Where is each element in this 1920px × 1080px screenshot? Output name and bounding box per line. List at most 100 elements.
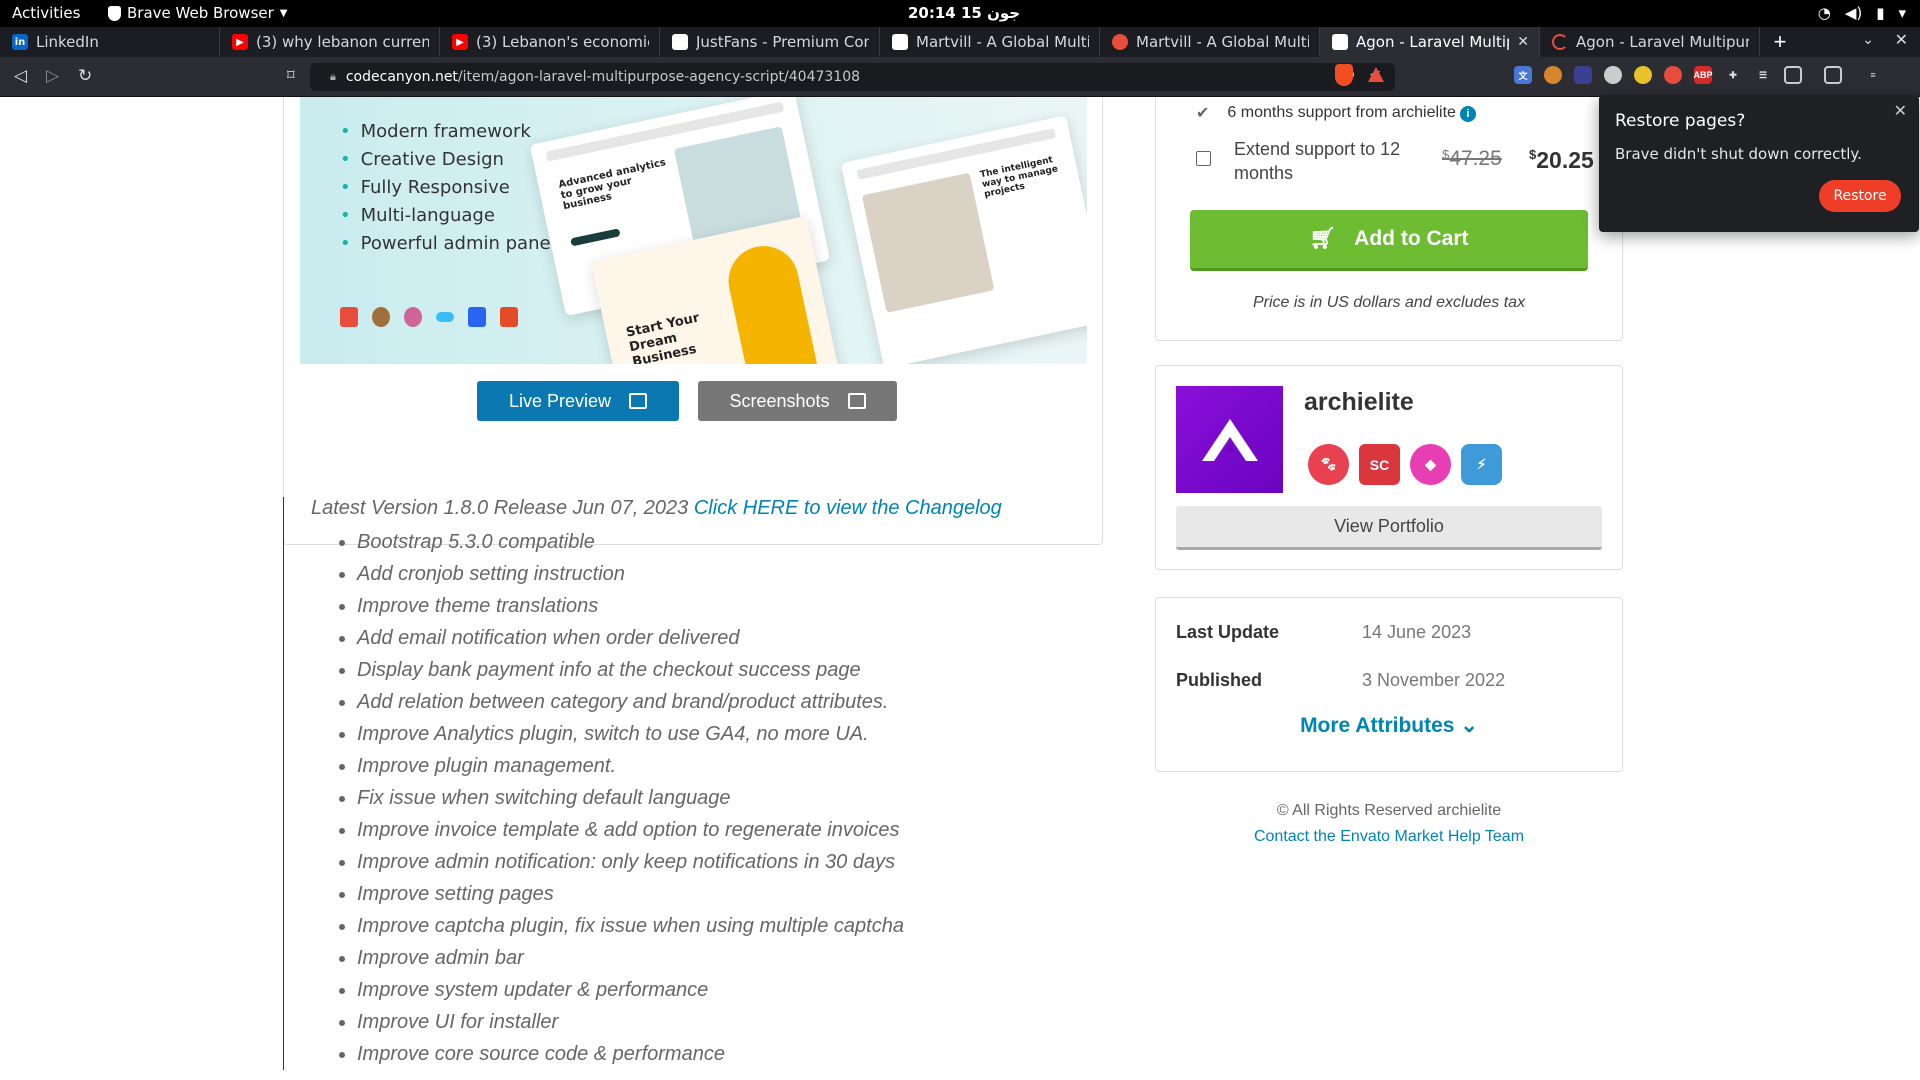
laravel-icon — [340, 307, 358, 327]
hero-preview-image: Modern framework Creative Design Fully R… — [300, 97, 1087, 364]
author-avatar[interactable] — [1176, 386, 1283, 493]
author-name[interactable]: archielite — [1304, 388, 1414, 417]
page-icon — [892, 34, 908, 50]
system-top-bar: Activities Brave Web Browser ▼ 20:14 15 … — [0, 0, 1920, 27]
tab-justfans[interactable]: JustFans - Premium Conten — [660, 27, 880, 57]
info-icon[interactable]: i — [1459, 106, 1476, 122]
main-menu-icon[interactable]: ≡ — [1864, 66, 1882, 84]
app-menu[interactable]: Brave Web Browser ▼ — [108, 4, 287, 22]
close-tab-icon[interactable]: ✕ — [1517, 34, 1529, 50]
brave-rewards-icon[interactable] — [1368, 67, 1384, 82]
brave-shields-icon[interactable] — [1335, 64, 1353, 86]
changelog-item: Add cronjob setting instruction — [357, 558, 1103, 590]
tab-agon-2[interactable]: Agon - Laravel Multipurpos — [1540, 27, 1760, 57]
sidebar-icon[interactable] — [1784, 66, 1802, 84]
changelog-section: Latest Version 1.8.0 Release Jun 07, 202… — [283, 497, 1103, 1070]
tab-search-chevron-icon[interactable]: ⌄ — [1862, 31, 1874, 48]
support-text: 6 months support from archielite — [1227, 104, 1456, 121]
tailwind-icon — [436, 312, 454, 322]
changelog-item: Improve system updater & performance — [357, 974, 1103, 1006]
extend-support-checkbox[interactable] — [1196, 151, 1211, 166]
restore-button[interactable]: Restore — [1819, 180, 1901, 212]
adblock-plus-icon[interactable]: ABP — [1694, 66, 1713, 84]
coin-extension-icon[interactable] — [1634, 66, 1652, 84]
support-row: ✔ 6 months support from archielite i — [1196, 103, 1476, 123]
record-extension-icon[interactable] — [1664, 66, 1682, 84]
chevron-down-icon: ⌄ — [1460, 714, 1478, 737]
tab-title: (3) Lebanon's economic cris — [476, 33, 649, 51]
wallet-icon[interactable] — [1824, 66, 1842, 84]
wifi-icon: ◔ — [1817, 4, 1831, 22]
sales-badge-icon[interactable]: SC — [1359, 444, 1400, 485]
cookie-extension-icon[interactable] — [1544, 66, 1562, 84]
changelog-link[interactable]: Click HERE to view the Changelog — [694, 497, 1002, 519]
puzzle-extensions-icon[interactable]: ✚ — [1724, 66, 1742, 84]
help-team-link[interactable]: Contact the Envato Market Help Team — [1155, 828, 1623, 846]
activities-button[interactable]: Activities — [12, 4, 80, 22]
system-clock[interactable]: 20:14 15 جون — [908, 4, 1020, 22]
popup-title: Restore pages? — [1615, 111, 1746, 131]
changelog-item: Improve UI for installer — [357, 1006, 1103, 1038]
feature-item: Creative Design — [340, 149, 556, 170]
view-portfolio-button[interactable]: View Portfolio — [1176, 506, 1602, 550]
feature-item: Multi-language — [340, 205, 556, 226]
attr-label: Published — [1176, 670, 1263, 690]
more-attributes-link[interactable]: More Attributes ⌄ — [1156, 713, 1622, 738]
page-icon — [1332, 34, 1348, 50]
back-icon[interactable]: ◁ — [14, 66, 27, 86]
loading-icon — [1552, 34, 1568, 50]
new-price: $20.25 — [1529, 147, 1594, 173]
battery-icon: ▮ — [1876, 4, 1885, 22]
tab-linkedin[interactable]: in LinkedIn — [0, 27, 220, 57]
html5-icon — [500, 307, 518, 327]
forward-icon[interactable]: ▷ — [46, 66, 59, 86]
dark-extension-icon[interactable] — [1574, 66, 1592, 84]
feature-item: Powerful admin panel — [340, 233, 556, 254]
feature-item: Fully Responsive — [340, 177, 556, 198]
price-note: Price is in US dollars and excludes tax — [1252, 294, 1526, 311]
css3-icon — [468, 307, 486, 327]
close-icon[interactable]: ✕ — [1894, 101, 1907, 120]
url-host: codecanyon.net — [345, 69, 458, 85]
attr-published: Published 3 November 2022 — [1176, 670, 1505, 691]
tab-strip: in LinkedIn ▶ (3) why lebanon currency c… — [0, 27, 1920, 57]
live-preview-button[interactable]: Live Preview — [477, 381, 679, 421]
system-tray[interactable]: ◔ ◀) ▮ ▾ — [1818, 4, 1906, 22]
bolt-badge-icon[interactable]: ⚡︎ — [1461, 444, 1502, 485]
tab-title: Martvill - A Global Multiven — [916, 33, 1089, 51]
mockup-projects: The intelligent way to manage projects — [840, 115, 1087, 364]
archielite-logo-icon — [1201, 418, 1258, 461]
changelog-item: Improve admin notification: only keep no… — [357, 846, 1103, 878]
add-to-cart-button[interactable]: 🛒︎ Add to Cart — [1190, 210, 1588, 271]
tab-youtube-2[interactable]: ▶ (3) Lebanon's economic cris — [440, 27, 660, 57]
address-bar[interactable]: 🔒︎ codecanyon.net/item/agon-laravel-mult… — [310, 63, 1395, 91]
tab-martvill-1[interactable]: Martvill - A Global Multiven — [880, 27, 1100, 57]
screenshots-button[interactable]: Screenshots — [698, 381, 897, 421]
tab-title: (3) why lebanon currency co — [256, 33, 429, 51]
playlist-icon[interactable]: ☰ — [1754, 66, 1772, 84]
tab-agon-active[interactable]: Agon - Laravel Multipurp ✕ — [1320, 27, 1540, 57]
author-box: archielite 🐾︎ SC ◆ ⚡︎ View Portfolio — [1155, 365, 1623, 570]
changelog-item: Improve Analytics plugin, switch to use … — [357, 718, 1103, 750]
reload-icon[interactable]: ↻ — [78, 66, 92, 86]
new-tab-button[interactable]: + — [1760, 27, 1800, 57]
changelog-item: Improve plugin management. — [357, 750, 1103, 782]
lock-icon: 🔒︎ — [330, 70, 336, 83]
extend-support-label[interactable]: Extend support to 12 months — [1234, 137, 1444, 185]
attr-value: 14 June 2023 — [1362, 622, 1472, 642]
url-path: /item/agon-laravel-multipurpose-agency-s… — [457, 69, 861, 85]
bookmark-icon[interactable]: ⌑ — [287, 66, 295, 84]
author-badges: 🐾︎ SC ◆ ⚡︎ — [1308, 444, 1502, 485]
translate-extension-icon[interactable]: 文 — [1514, 66, 1532, 84]
paw-badge-icon[interactable]: 🐾︎ — [1308, 444, 1349, 485]
globe-extension-icon[interactable] — [1604, 66, 1622, 84]
tab-martvill-2[interactable]: Martvill - A Global Multiven — [1100, 27, 1320, 57]
gem-badge-icon[interactable]: ◆ — [1410, 444, 1451, 485]
window-close-icon[interactable]: ✕ — [1895, 30, 1908, 50]
mockup-heading: Start Your Dream Business Today — [624, 310, 701, 364]
tab-title: Martvill - A Global Multiven — [1136, 33, 1309, 51]
pug-icon — [372, 307, 390, 327]
changelog-item: Improve setting pages — [357, 878, 1103, 910]
tab-youtube-1[interactable]: ▶ (3) why lebanon currency co — [220, 27, 440, 57]
changelog-item: Fix issue when switching default languag… — [357, 782, 1103, 814]
